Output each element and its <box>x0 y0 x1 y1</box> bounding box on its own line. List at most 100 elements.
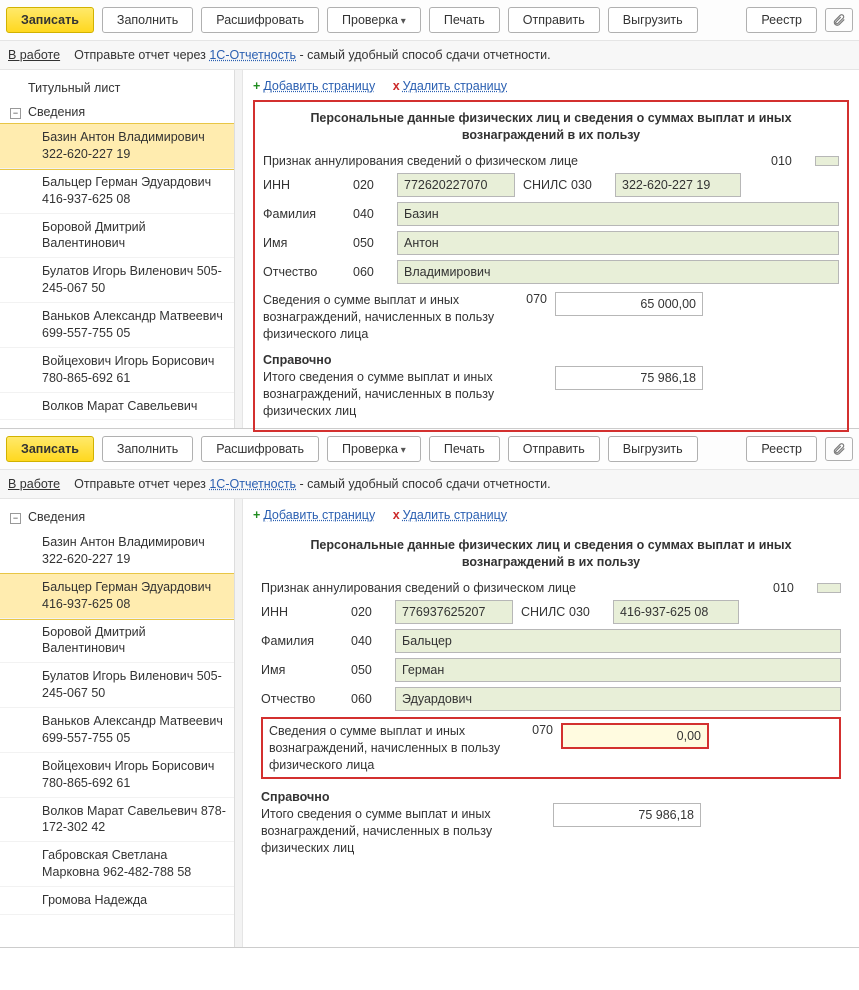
reporting-link[interactable]: 1С-Отчетность <box>209 477 296 491</box>
person-item[interactable]: Бальцер Герман Эдуардович 416-937-625 08 <box>0 574 234 619</box>
sum-label: Сведения о сумме выплат и иных вознаграж… <box>263 292 503 343</box>
registry-button[interactable]: Реестр <box>746 436 817 462</box>
flag-label: Признак аннулирования сведений о физичес… <box>263 154 763 168</box>
pat-input[interactable]: Эдуардович <box>395 687 841 711</box>
sum-label: Сведения о сумме выплат и иных вознаграж… <box>269 723 509 774</box>
person-item[interactable]: Булатов Игорь Виленович 505-245-067 50 <box>0 663 234 708</box>
form-title: Персональные данные физических лиц и све… <box>261 537 841 571</box>
check-button[interactable]: Проверка <box>327 7 421 33</box>
ref-title: Справочно <box>263 352 503 369</box>
name-label: Имя <box>263 236 345 250</box>
person-item[interactable]: Громова Надежда <box>0 887 234 915</box>
pat-code: 060 <box>351 692 387 706</box>
fill-button[interactable]: Заполнить <box>102 7 193 33</box>
tree-title-page[interactable]: Титульный лист <box>0 76 234 100</box>
person-item[interactable]: Волков Марат Савельевич 878-172-302 42 <box>0 798 234 843</box>
inn-code: 020 <box>353 178 389 192</box>
person-item[interactable]: Боровой Дмитрий Валентинович <box>0 214 234 259</box>
fam-label: Фамилия <box>263 207 345 221</box>
inn-label: ИНН <box>261 605 343 619</box>
tree-top: Титульный лист Сведения Базин Антон Влад… <box>0 70 243 428</box>
fam-input[interactable]: Бальцер <box>395 629 841 653</box>
flag-code: 010 <box>771 154 807 168</box>
snils-label: СНИЛС <box>521 605 561 619</box>
person-item[interactable]: Ваньков Александр Матвеевич 699-557-755 … <box>0 303 234 348</box>
tree-scrollbar[interactable] <box>234 499 242 947</box>
inn-input[interactable]: 776937625207 <box>395 600 513 624</box>
person-item[interactable]: Габровская Светлана Марковна 962-482-788… <box>0 842 234 887</box>
name-input[interactable]: Антон <box>397 231 839 255</box>
pat-label: Отчество <box>261 692 343 706</box>
status-label[interactable]: В работе <box>8 477 60 491</box>
reporting-link[interactable]: 1С-Отчетность <box>209 48 296 62</box>
flag-code: 010 <box>773 581 809 595</box>
fill-button[interactable]: Заполнить <box>102 436 193 462</box>
print-button[interactable]: Печать <box>429 436 500 462</box>
pat-input[interactable]: Владимирович <box>397 260 839 284</box>
send-button[interactable]: Отправить <box>508 436 600 462</box>
flag-input[interactable] <box>817 583 841 593</box>
fam-code: 040 <box>353 207 389 221</box>
person-item[interactable]: Ваньков Александр Матвеевич 699-557-755 … <box>0 708 234 753</box>
person-item[interactable]: Бальцер Герман Эдуардович 416-937-625 08 <box>0 169 234 214</box>
toolbar-top: Записать Заполнить Расшифровать Проверка… <box>0 0 859 40</box>
ref-label: Итого сведения о сумме выплат и иных воз… <box>263 369 503 420</box>
export-button[interactable]: Выгрузить <box>608 7 698 33</box>
flag-input[interactable] <box>815 156 839 166</box>
sum-input[interactable]: 0,00 <box>561 723 709 749</box>
sum-code: 070 <box>511 292 547 306</box>
name-input[interactable]: Герман <box>395 658 841 682</box>
form-top: +Добавить страницу xУдалить страницу Пер… <box>243 70 859 428</box>
decode-button[interactable]: Расшифровать <box>201 436 319 462</box>
sum-code: 070 <box>517 723 553 737</box>
delete-page-link[interactable]: Удалить страницу <box>403 79 507 93</box>
snils-input[interactable]: 416-937-625 08 <box>613 600 739 624</box>
check-button[interactable]: Проверка <box>327 436 421 462</box>
info-text: Отправьте отчет через 1С-Отчетность - са… <box>74 477 551 491</box>
send-button[interactable]: Отправить <box>508 7 600 33</box>
person-item[interactable]: Войцехович Игорь Борисович 780-865-692 6… <box>0 348 234 393</box>
info-text: Отправьте отчет через 1С-Отчетность - са… <box>74 48 551 62</box>
snils-code: 030 <box>571 178 607 192</box>
fam-input[interactable]: Базин <box>397 202 839 226</box>
tree-section[interactable]: Сведения <box>0 100 234 124</box>
snils-input[interactable]: 322-620-227 19 <box>615 173 741 197</box>
snils-label: СНИЛС <box>523 178 563 192</box>
save-button[interactable]: Записать <box>6 436 94 462</box>
name-code: 050 <box>351 663 387 677</box>
sum-input[interactable]: 65 000,00 <box>555 292 703 316</box>
tree-section[interactable]: Сведения <box>0 505 234 529</box>
person-item[interactable]: Базин Антон Владимирович 322-620-227 19 <box>0 529 234 574</box>
pat-label: Отчество <box>263 265 345 279</box>
person-item[interactable]: Базин Антон Владимирович 322-620-227 19 <box>0 124 234 169</box>
tree-scrollbar[interactable] <box>234 70 242 428</box>
inn-input[interactable]: 772620227070 <box>397 173 515 197</box>
fam-code: 040 <box>351 634 387 648</box>
person-item[interactable]: Булатов Игорь Виленович 505-245-067 50 <box>0 258 234 303</box>
add-page-link[interactable]: Добавить страницу <box>263 79 375 93</box>
x-icon: x <box>393 79 400 93</box>
flag-label: Признак аннулирования сведений о физичес… <box>261 581 765 595</box>
attachment-button[interactable] <box>825 437 853 461</box>
form-bottom: +Добавить страницу xУдалить страницу Пер… <box>243 499 859 947</box>
x-icon: x <box>393 508 400 522</box>
print-button[interactable]: Печать <box>429 7 500 33</box>
ref-label: Итого сведения о сумме выплат и иных воз… <box>261 806 501 857</box>
fam-label: Фамилия <box>261 634 343 648</box>
status-label[interactable]: В работе <box>8 48 60 62</box>
person-item[interactable]: Войцехович Игорь Борисович 780-865-692 6… <box>0 753 234 798</box>
registry-button[interactable]: Реестр <box>746 7 817 33</box>
save-button[interactable]: Записать <box>6 7 94 33</box>
snils-code: 030 <box>569 605 605 619</box>
add-page-link[interactable]: Добавить страницу <box>263 508 375 522</box>
delete-page-link[interactable]: Удалить страницу <box>403 508 507 522</box>
ref-value[interactable]: 75 986,18 <box>555 366 703 390</box>
info-bar: В работе Отправьте отчет через 1С-Отчетн… <box>0 469 859 499</box>
export-button[interactable]: Выгрузить <box>608 436 698 462</box>
person-item[interactable]: Боровой Дмитрий Валентинович <box>0 619 234 664</box>
ref-value[interactable]: 75 986,18 <box>553 803 701 827</box>
attachment-button[interactable] <box>825 8 853 32</box>
decode-button[interactable]: Расшифровать <box>201 7 319 33</box>
person-item[interactable]: Волков Марат Савельевич <box>0 393 234 421</box>
pat-code: 060 <box>353 265 389 279</box>
